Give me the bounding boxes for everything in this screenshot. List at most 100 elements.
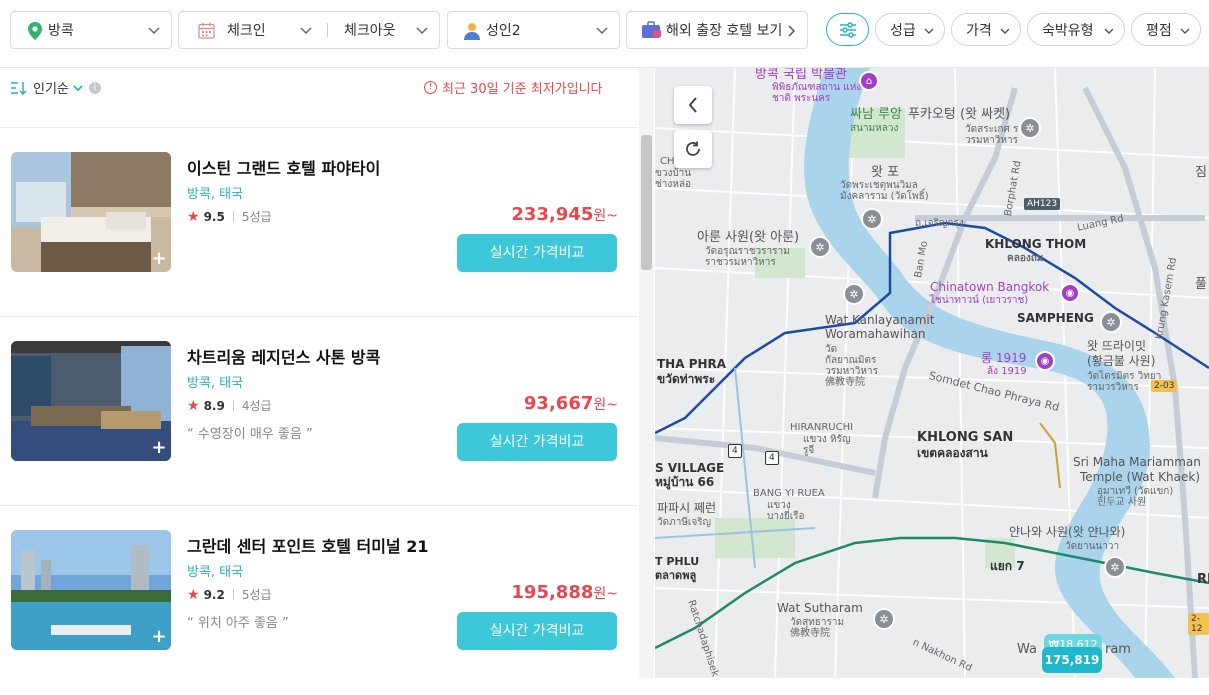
person-icon [464, 23, 480, 40]
compare-price-button[interactable]: 실시간 가격비교 [457, 612, 617, 650]
map-view[interactable]: 방콕 국립 박물관 พิพิธภัณฑสถาน แห่งชาติ พระนคร … [655, 68, 1209, 678]
map-label-khlong-san: KHLONG SAN [917, 430, 1014, 445]
hotel-thumbnail[interactable]: + [11, 341, 171, 461]
road-badge-203: 2-03 [1151, 380, 1178, 392]
map-label-khlong-san-thai: เขตคลองสาน [917, 446, 988, 460]
map-label-hiranruchi-thai: แขวง หิรัญรูจี [803, 434, 851, 456]
map-label-sri-maha-2: Temple (Wat Khaek) [1080, 470, 1201, 484]
compare-price-button[interactable]: 실시간 가격비교 [457, 423, 617, 461]
hotel-card[interactable]: + 그란데 센터 포인트 호텔 터미널 21 방콕, 태국 ★ 9.2 5성급 … [0, 506, 638, 695]
map-label-chinatown: Chinatown Bangkok [930, 280, 1050, 294]
map-label-wat-yannawa: 얀나와 사원(왓 얀나와) [1009, 525, 1126, 539]
road-badge-4: 4 [728, 444, 742, 458]
hotel-photo-lounge [11, 341, 171, 461]
date-range-select[interactable]: 체크인 체크아웃 [178, 11, 440, 49]
temple-icon[interactable]: ✲ [809, 236, 831, 258]
notice-text: 최근 30일 기준 최저가입니다 [442, 82, 603, 97]
map-price-marker[interactable]: ₩18,612 175,819 [1042, 634, 1102, 674]
add-icon[interactable]: + [150, 250, 168, 269]
add-icon[interactable]: + [150, 628, 168, 647]
price-marker-front[interactable]: 175,819 [1042, 647, 1102, 673]
temple-icon[interactable]: ✲ [873, 608, 895, 630]
hotel-name[interactable]: 그란데 센터 포인트 호텔 터미널 21 [187, 533, 428, 557]
checkin-field[interactable]: 체크인 [227, 20, 266, 40]
location-select[interactable]: 방콕 [10, 11, 172, 49]
museum-icon[interactable]: ⌂ [859, 71, 879, 91]
map-label-charoen-krung: ถ.เจริญกรุง [915, 218, 964, 229]
briefcase-icon [642, 21, 661, 38]
map-label-wat-saket: 푸카오텅 (왓 싸켓) [908, 107, 1011, 122]
chevron-left-icon [688, 97, 697, 113]
hotel-grade: 5성급 [241, 588, 272, 602]
camera-icon[interactable]: ◉ [1035, 351, 1055, 371]
add-icon[interactable]: + [150, 439, 168, 458]
filter-pill-rating[interactable]: 평점 [1131, 13, 1201, 46]
price-value: 93,667 [523, 393, 594, 414]
map-label-lhong1919: 롱 1919 [981, 351, 1027, 365]
map-label-bang-yi-ruea: BANG YI RUEA [753, 488, 825, 499]
filter-pill-price[interactable]: 가격 [951, 13, 1021, 46]
sort-label: 인기순 [33, 82, 69, 97]
map-label-sampheng: SAMPHENG [1017, 311, 1094, 325]
temple-icon[interactable]: ✲ [1104, 556, 1126, 578]
filter-pill-grade[interactable]: 성급 [875, 13, 945, 46]
hotel-photo-bedroom [11, 152, 171, 272]
price-value: 195,888 [511, 582, 594, 603]
calendar-icon [198, 22, 215, 39]
map-label-museum-thai: พิพิธภัณฑสถาน แห่งชาติ พระนคร [772, 82, 862, 104]
hotel-photo-pool [11, 530, 171, 650]
hotel-price: 93,667원~ [524, 393, 618, 414]
list-scrollbar-thumb[interactable] [641, 135, 652, 270]
map-label-wat-kanlaya: Wat Kanlayanamit [825, 313, 935, 327]
map-label-sri-maha: Sri Maha Mariamman [1073, 455, 1201, 469]
map-label-wat-pho-thai: วัดพระเชตุพนวิมลมังคลาราม (วัดโพธิ์) [840, 180, 929, 202]
collapse-map-button[interactable] [674, 86, 712, 124]
hotel-name[interactable]: 차트리움 레지던스 사톤 방콕 [187, 344, 380, 368]
filter-pill-label: 성급 [890, 22, 916, 39]
price-unit: 원~ [593, 208, 618, 224]
info-icon[interactable]: i [88, 81, 101, 94]
temple-icon[interactable]: ✲ [1100, 311, 1122, 333]
map-label-lhong1919-thai: ล้ง 1919 [987, 366, 1027, 377]
guests-value: 성인2 [486, 23, 521, 39]
temple-icon[interactable]: ✲ [861, 208, 883, 230]
refresh-map-button[interactable] [674, 130, 712, 168]
map-label-wat-yannawa-thai: วัดยานนาวา [1065, 541, 1120, 552]
road-badge-212: 2-12 [1188, 613, 1209, 635]
date-divider [327, 23, 328, 37]
compare-price-button[interactable]: 실시간 가격비교 [457, 234, 617, 272]
temple-icon[interactable]: ✲ [843, 283, 865, 305]
map-label-wat-suttharam-thai: วัดสุทธาราม 佛教寺院 [790, 617, 845, 639]
map-label-wat-arun-thai: วัดอรุณราชวราราม ราชวรมหาวิหาร [705, 246, 790, 268]
rating-divider [232, 211, 234, 222]
checkout-field[interactable]: 체크아웃 [344, 20, 396, 40]
guests-select[interactable]: 성인2 [447, 11, 620, 49]
map-label-sanam-luang: 싸남 루앙 [850, 107, 902, 122]
hotel-rating: ★ 9.2 5성급 [187, 586, 272, 603]
rating-divider [232, 400, 234, 411]
hotel-thumbnail[interactable]: + [11, 530, 171, 650]
hotel-card[interactable]: + 이스틴 그랜드 호텔 파야타이 방콕, 태국 ★ 9.5 5성급 233,9… [0, 128, 638, 317]
business-trip-hotels-button[interactable]: 해외 출장 호텔 보기 [626, 11, 808, 49]
road-badge-ah123: AH123 [1024, 198, 1061, 210]
map-label-wat-sutthat: ขวงบ้าน ช่างหล่อ [655, 168, 692, 190]
price-value: 233,945 [511, 204, 594, 225]
hotel-location: 방콕, 태국 [187, 565, 244, 580]
sliders-icon [839, 21, 856, 38]
sort-dropdown[interactable]: 인기순 i [10, 78, 101, 97]
chevron-down-icon [416, 27, 428, 35]
hotel-location: 방콕, 태국 [187, 187, 244, 202]
hotel-thumbnail[interactable]: + [11, 152, 171, 272]
temple-icon[interactable]: ✲ [1019, 117, 1041, 139]
camera-icon[interactable]: ◉ [1060, 283, 1080, 303]
alert-circle-icon: ! [424, 81, 437, 94]
hotel-name[interactable]: 이스틴 그랜드 호텔 파야타이 [187, 155, 380, 179]
hotel-card[interactable]: + 차트리움 레지던스 사톤 방콕 방콕, 태국 ★ 8.9 4성급 “ 수영장… [0, 317, 638, 506]
hotel-grade: 4성급 [241, 399, 272, 413]
rating-score: 9.5 [203, 209, 225, 224]
filter-pill-stay-type[interactable]: 숙박유형 [1027, 13, 1125, 46]
filter-settings-button[interactable] [826, 13, 869, 46]
chevron-down-icon [73, 84, 83, 91]
business-trip-label: 해외 출장 호텔 보기 [666, 23, 783, 39]
filter-pill-label: 평점 [1146, 22, 1172, 39]
